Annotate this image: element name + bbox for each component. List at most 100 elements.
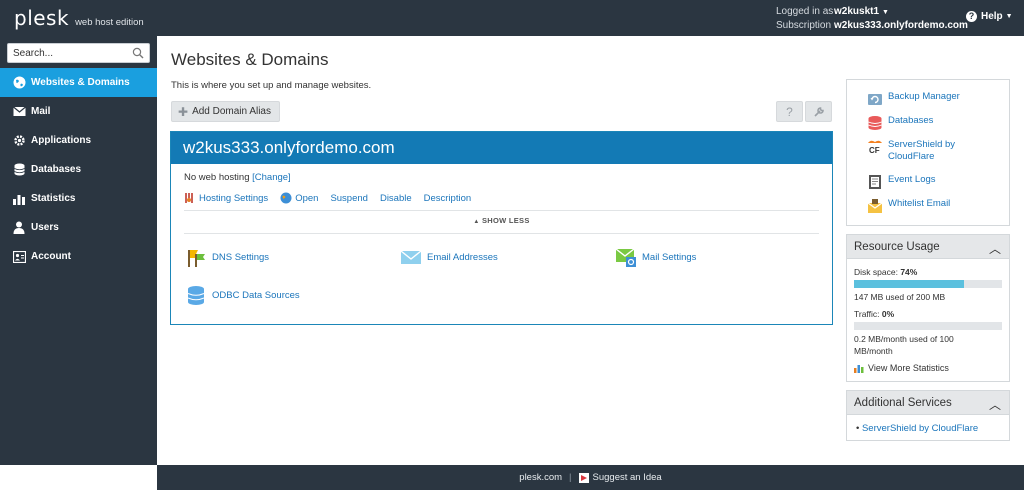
additional-services-header[interactable]: Additional Services ︿: [847, 391, 1009, 415]
sidebar-item-websites-domains[interactable]: Websites & Domains: [0, 68, 157, 97]
hosting-status: No web hosting [Change]: [184, 172, 291, 183]
mail-settings-tool[interactable]: Mail Settings: [615, 246, 696, 268]
logged-in-row: Logged in as w2kuskt1 ▼: [776, 5, 889, 19]
suggest-idea-icon: [578, 472, 589, 483]
sidebar-item-account[interactable]: Account: [0, 242, 157, 271]
resource-usage-panel: Resource Usage ︿ Disk space: 74% 147 MB …: [846, 234, 1010, 382]
email-addresses-label: Email Addresses: [427, 251, 498, 263]
sidebar-item-statistics[interactable]: Statistics: [0, 184, 157, 213]
resource-usage-header[interactable]: Resource Usage ︿: [847, 235, 1009, 259]
traffic-line: Traffic: 0%: [854, 309, 894, 319]
open-globe-icon: [280, 192, 292, 204]
sidebar-item-mail[interactable]: Mail: [0, 97, 157, 126]
suggest-idea-link[interactable]: Suggest an Idea: [593, 472, 662, 483]
dns-settings-label: DNS Settings: [212, 251, 270, 263]
sidebar-item-label: Users: [31, 222, 59, 233]
help-menu[interactable]: ? Help ▼: [966, 11, 1013, 22]
brand-name: plesk: [14, 6, 70, 30]
add-domain-alias-label: Add Domain Alias: [192, 106, 271, 117]
event-logs-label: Event Logs: [888, 174, 936, 185]
additional-service-item[interactable]: • ServerShield by CloudFlare: [856, 423, 978, 434]
dns-settings-tool[interactable]: DNS Settings: [185, 246, 269, 268]
database-stack-icon: [868, 116, 882, 130]
open-link[interactable]: Open: [280, 192, 318, 204]
top-bar: plesk web host edition Logged in as w2ku…: [0, 0, 1024, 36]
add-domain-alias-button[interactable]: ✚ Add Domain Alias: [171, 101, 280, 122]
sidebar-item-label: Statistics: [31, 193, 76, 204]
hosting-status-text: No web hosting: [184, 172, 250, 183]
backup-manager-link[interactable]: Backup Manager: [867, 91, 960, 107]
page-subtitle: This is where you set up and manage webs…: [171, 80, 372, 91]
footer-separator: |: [569, 472, 572, 483]
sidebar-item-label: Applications: [31, 135, 92, 146]
plesk-com-link[interactable]: plesk.com: [519, 472, 562, 483]
event-logs-icon: [869, 175, 881, 189]
traffic-bar: [854, 322, 1002, 330]
help-question-button[interactable]: ?: [776, 101, 803, 122]
search-input[interactable]: [8, 44, 123, 62]
view-more-statistics-link[interactable]: View More Statistics: [854, 363, 949, 373]
sidebar: Websites & Domains Mail Applications Dat…: [0, 36, 157, 465]
open-label: Open: [295, 192, 319, 204]
additional-service-label: ServerShield by CloudFlare: [861, 423, 979, 434]
domain-name[interactable]: w2kus333.onlyfordemo.com: [171, 132, 832, 164]
email-envelope-icon: [400, 250, 422, 264]
disk-space-bar: [854, 280, 1002, 288]
disk-space-line: Disk space: 74%: [854, 267, 917, 277]
traffic-label: Traffic:: [854, 309, 880, 319]
collapse-chevron-up-icon[interactable]: ︿: [989, 240, 1001, 257]
svg-text:CF: CF: [869, 146, 880, 155]
search-icon[interactable]: [132, 47, 144, 59]
subscription-label: Subscription: [776, 20, 832, 31]
disk-space-bar-fill: [854, 280, 964, 288]
servershield-link[interactable]: CF ServerShield by CloudFlare: [867, 139, 987, 163]
backup-manager-label: Backup Manager: [888, 91, 960, 102]
envelope-icon: [12, 105, 26, 119]
event-logs-link[interactable]: Event Logs: [867, 174, 936, 190]
traffic-percent: 0%: [881, 309, 895, 319]
odbc-icon: [187, 286, 205, 305]
mail-settings-icon: [615, 248, 636, 267]
plus-icon: ✚: [178, 104, 189, 119]
show-less-toggle[interactable]: ▲ SHOW LESS: [171, 216, 832, 225]
account-icon: [12, 250, 26, 264]
disk-space-percent: 74%: [900, 267, 918, 277]
sidebar-item-databases[interactable]: Databases: [0, 155, 157, 184]
databases-link[interactable]: Databases: [867, 115, 933, 131]
help-chevron-down-icon: ▼: [1005, 13, 1013, 20]
statistics-chart-icon: [854, 365, 864, 373]
email-addresses-tool[interactable]: Email Addresses: [400, 246, 498, 268]
collapse-chevron-up-icon[interactable]: ︿: [989, 396, 1001, 413]
user-menu[interactable]: w2kuskt1 ▼: [834, 5, 889, 20]
database-icon: [12, 163, 26, 177]
sidebar-item-label: Account: [31, 251, 71, 262]
sidebar-item-applications[interactable]: Applications: [0, 126, 157, 155]
odbc-data-sources-tool[interactable]: ODBC Data Sources: [185, 284, 300, 306]
help-icon: ?: [966, 11, 977, 22]
view-more-statistics-label: View More Statistics: [868, 363, 949, 373]
disable-link[interactable]: Disable: [380, 193, 412, 204]
bar-chart-icon: [12, 192, 26, 206]
sidebar-item-label: Databases: [31, 164, 82, 175]
gear-icon: [12, 134, 26, 148]
sidebar-item-users[interactable]: Users: [0, 213, 157, 242]
user-icon: [12, 221, 26, 235]
domain-card: w2kus333.onlyfordemo.com No web hosting …: [170, 131, 833, 325]
databases-label: Databases: [888, 115, 934, 126]
subscription-value[interactable]: w2kus333.onlyfordemo.com: [834, 19, 968, 33]
odbc-data-sources-label: ODBC Data Sources: [212, 289, 300, 301]
traffic-detail-2: MB/month: [854, 346, 893, 356]
tools-button[interactable]: [805, 101, 832, 122]
hosting-settings-link[interactable]: Hosting Settings: [184, 192, 268, 204]
help-label: Help: [981, 11, 1003, 22]
domain-actions: Hosting Settings Open Suspend Disable De…: [184, 192, 483, 204]
mail-settings-label: Mail Settings: [642, 251, 697, 263]
plesk-logo[interactable]: plesk web host edition: [14, 6, 144, 30]
suspend-link[interactable]: Suspend: [330, 193, 368, 204]
question-icon: ?: [786, 104, 793, 119]
wrench-icon: [813, 106, 824, 117]
whitelist-email-link[interactable]: Whitelist Email: [867, 198, 950, 214]
description-link[interactable]: Description: [424, 193, 472, 204]
edition-label: web host edition: [75, 17, 144, 28]
change-hosting-link[interactable]: [Change]: [252, 172, 291, 183]
